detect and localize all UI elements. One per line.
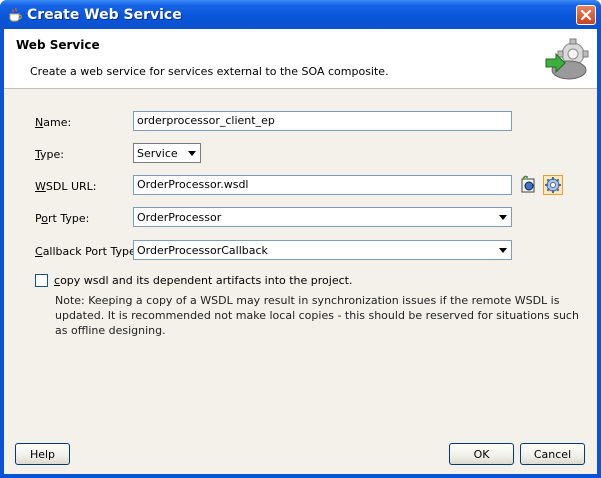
type-label: Type:: [35, 148, 64, 161]
generate-wsdl-gear-icon: [545, 177, 561, 193]
wizard-header: Web Service Create a web service for ser…: [4, 29, 597, 89]
dialog-body: Web Service Create a web service for ser…: [4, 29, 597, 474]
ok-button[interactable]: OK: [449, 443, 514, 465]
callback-port-type-select[interactable]: OrderProcessorCallback: [133, 240, 512, 260]
wsdl-url-input[interactable]: OrderProcessor.wsdl: [133, 175, 512, 195]
port-type-label: Port Type:: [35, 212, 90, 225]
copy-wsdl-label[interactable]: copy wsdl and its dependent artifacts in…: [54, 274, 352, 287]
cancel-button[interactable]: Cancel: [520, 443, 585, 465]
port-type-value: OrderProcessor: [137, 211, 222, 224]
port-type-select[interactable]: OrderProcessor: [133, 207, 512, 227]
wsdl-url-label: WSDL URL:: [35, 180, 97, 193]
chevron-down-icon: [188, 151, 196, 156]
find-wsdl-button[interactable]: [519, 175, 539, 195]
copy-wsdl-checkbox[interactable]: [35, 274, 48, 287]
chevron-down-icon: [499, 248, 507, 253]
help-button[interactable]: Help: [15, 443, 70, 465]
copy-wsdl-note: Note: Keeping a copy of a WSDL may resul…: [55, 294, 579, 337]
title-bar[interactable]: Create Web Service: [0, 0, 601, 29]
generate-wsdl-button[interactable]: [543, 175, 563, 195]
header-title: Web Service: [16, 38, 100, 52]
close-icon: [580, 9, 592, 21]
header-description: Create a web service for services extern…: [30, 65, 389, 78]
oracle-cup-icon: [9, 7, 22, 22]
type-select-value: Service: [137, 147, 178, 160]
callback-port-type-value: OrderProcessorCallback: [137, 244, 268, 257]
name-label: Name:: [35, 116, 72, 129]
web-service-gear-icon: [545, 38, 589, 80]
name-input[interactable]: orderprocessor_client_ep: [133, 111, 512, 131]
create-web-service-dialog: Create Web Service Web Service Create a …: [0, 0, 601, 478]
close-button[interactable]: [576, 5, 596, 25]
dialog-title: Create Web Service: [27, 7, 182, 23]
chevron-down-icon: [499, 215, 507, 220]
find-wsdl-icon: [521, 175, 535, 193]
type-select[interactable]: Service: [133, 143, 201, 163]
callback-port-type-label: Callback Port Type:: [35, 245, 140, 258]
